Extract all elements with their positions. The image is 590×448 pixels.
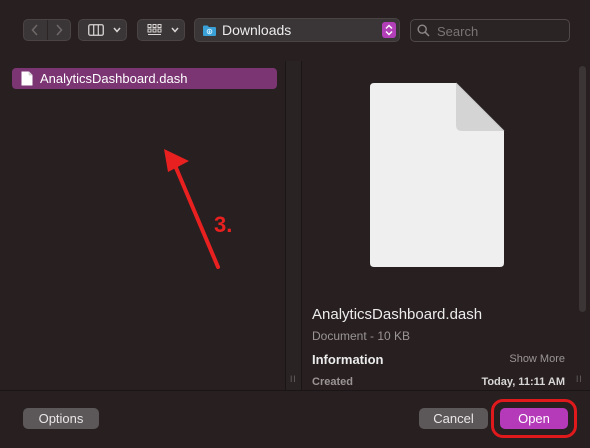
column-divider[interactable]: ǀǀ [285,61,302,390]
options-button[interactable]: Options [23,408,99,429]
list-item[interactable]: AnalyticsDashboard.dash [12,68,277,89]
column-resize-handle[interactable]: ǀǀ [290,374,297,384]
information-heading: Information [312,352,384,367]
created-label: Created [312,376,353,388]
columns-icon [88,24,104,36]
created-value: Today, 11:11 AM [481,376,565,388]
preview-file-name: AnalyticsDashboard.dash [312,306,483,323]
grid-icon [147,24,162,35]
forward-button[interactable] [46,20,71,40]
location-stepper[interactable] [382,22,396,38]
view-mode-button[interactable] [78,19,127,41]
document-icon [21,71,33,86]
cancel-button[interactable]: Cancel [419,408,488,429]
location-popup[interactable]: Downloads [194,18,400,42]
preview-scrollbar[interactable] [579,66,586,312]
navigation-buttons [23,19,71,41]
search-field[interactable] [410,19,570,42]
file-list: AnalyticsDashboard.dash 3. [0,61,285,390]
search-icon [417,24,430,37]
back-button[interactable] [24,20,47,40]
dialog-footer: Options Cancel Open [0,390,590,448]
up-down-chevron-icon [385,24,393,36]
preview-file-kind: Document - 10 KB [312,329,411,343]
show-more-link[interactable]: Show More [509,353,565,365]
toolbar: Downloads [0,0,590,62]
chevron-down-icon [171,27,179,33]
folder-icon [203,25,216,36]
file-name: AnalyticsDashboard.dash [40,71,188,86]
document-preview-icon [370,82,505,267]
chevron-right-icon [56,24,63,36]
open-button[interactable]: Open [500,408,568,429]
chevron-left-icon [31,24,38,36]
annotation-arrow [164,149,220,269]
preview-resize-handle[interactable]: ǀǀ [576,374,583,384]
group-by-button[interactable] [137,19,185,41]
location-label: Downloads [222,22,292,38]
search-input[interactable] [435,22,567,41]
chevron-down-icon [113,27,121,33]
annotation-step-label: 3. [214,212,233,237]
preview-pane: AnalyticsDashboard.dash Document - 10 KB… [302,61,590,390]
